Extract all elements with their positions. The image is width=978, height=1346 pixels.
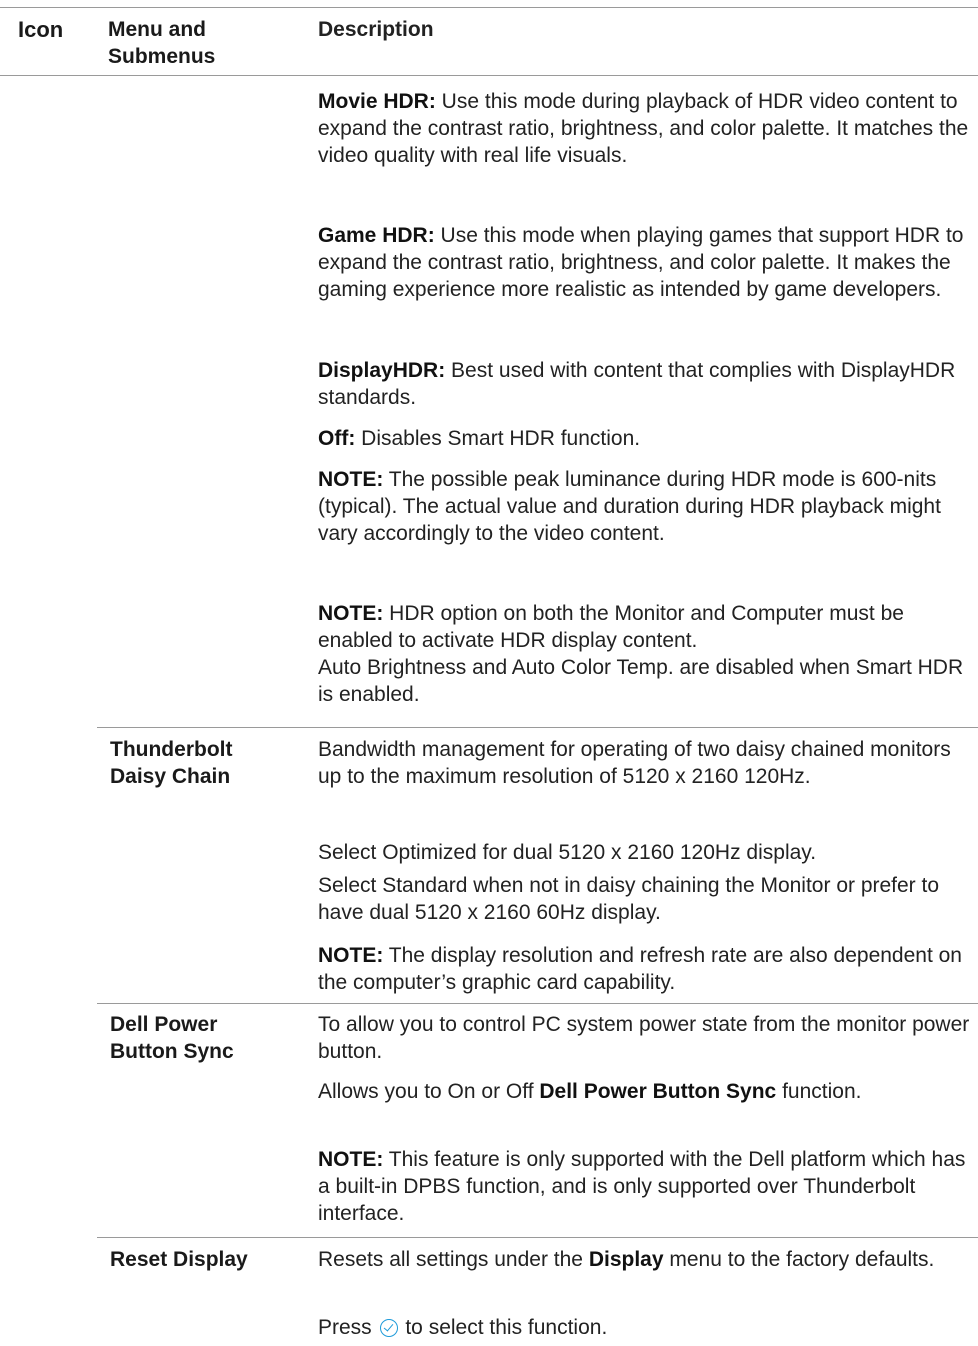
row-divider <box>97 727 978 728</box>
menu-reset-display: Reset Display <box>110 1248 248 1271</box>
power-sync-description-2: Allows you to On or Off Dell Power Butto… <box>318 1078 973 1105</box>
header-menu-line2: Submenus <box>108 45 216 68</box>
note-label: NOTE: <box>318 1148 384 1171</box>
menu-label-line2: Daisy Chain <box>110 765 231 788</box>
displayhdr-label: DisplayHDR: <box>318 359 446 382</box>
note-text: The possible peak luminance during HDR m… <box>318 468 941 545</box>
thunderbolt-description-2: Select Optimized for dual 5120 x 2160 12… <box>318 841 817 864</box>
menu-dell-power-button-sync: Dell Power Button Sync <box>110 1011 300 1065</box>
off-paragraph: Off: Disables Smart HDR function. <box>318 425 973 452</box>
check-circle-icon <box>379 1319 398 1337</box>
thunderbolt-description-3: Select Standard when not in daisy chaini… <box>318 874 940 924</box>
reset-display-press: Press to select this function. <box>318 1314 973 1341</box>
header-icon: Icon <box>18 17 64 42</box>
power-sync-text-pre: Allows you to On or Off <box>318 1080 540 1103</box>
header-description: Description <box>318 18 434 41</box>
header-menu: Menu and Submenus <box>108 16 288 70</box>
movie-hdr-paragraph: Movie HDR: Use this mode during playback… <box>318 88 973 169</box>
press-text-post: to select this function. <box>399 1316 608 1339</box>
hdr-note-luminance: NOTE: The possible peak luminance during… <box>318 466 973 547</box>
header-menu-line1: Menu and <box>108 18 206 41</box>
press-text-pre: Press <box>318 1316 378 1339</box>
menu-label-line1: Dell Power <box>110 1013 218 1036</box>
table-top-border <box>0 7 978 8</box>
hdr-note-enable: NOTE: HDR option on both the Monitor and… <box>318 600 973 708</box>
reset-display-description: Resets all settings under the Display me… <box>318 1246 973 1273</box>
off-text: Disables Smart HDR function. <box>355 427 641 450</box>
displayhdr-paragraph: DisplayHDR: Best used with content that … <box>318 357 973 411</box>
menu-label-line2: Button Sync <box>110 1040 234 1063</box>
thunderbolt-note: NOTE: The display resolution and refresh… <box>318 942 973 996</box>
row-divider <box>97 1237 978 1238</box>
thunderbolt-description-1: Bandwidth management for operating of tw… <box>318 738 951 788</box>
manual-page: Icon Menu and Submenus Description Movie… <box>0 0 978 1346</box>
header-bottom-border <box>0 75 978 76</box>
note-text: The display resolution and refresh rate … <box>318 944 962 994</box>
off-label: Off: <box>318 427 356 450</box>
power-sync-text-post: function. <box>776 1080 862 1103</box>
note-label: NOTE: <box>318 468 384 491</box>
hdr-note-extra: Auto Brightness and Auto Color Temp. are… <box>318 656 964 706</box>
menu-label-line1: Thunderbolt <box>110 738 233 761</box>
note-text: HDR option on both the Monitor and Compu… <box>318 602 904 652</box>
power-sync-description-1: To allow you to control PC system power … <box>318 1013 970 1063</box>
note-label: NOTE: <box>318 944 384 967</box>
menu-thunderbolt-daisy-chain: Thunderbolt Daisy Chain <box>110 736 300 790</box>
movie-hdr-label: Movie HDR: <box>318 90 436 113</box>
note-text: This feature is only supported with the … <box>318 1148 966 1225</box>
display-menu-name: Display <box>588 1248 664 1271</box>
power-sync-note: NOTE: This feature is only supported wit… <box>318 1146 973 1227</box>
power-sync-feature-name: Dell Power Button Sync <box>539 1080 777 1103</box>
row-divider <box>97 1003 978 1004</box>
reset-text-post: menu to the factory defaults. <box>663 1248 935 1271</box>
reset-text-pre: Resets all settings under the <box>318 1248 589 1271</box>
note-label: NOTE: <box>318 602 384 625</box>
game-hdr-label: Game HDR: <box>318 224 435 247</box>
game-hdr-paragraph: Game HDR: Use this mode when playing gam… <box>318 222 973 303</box>
